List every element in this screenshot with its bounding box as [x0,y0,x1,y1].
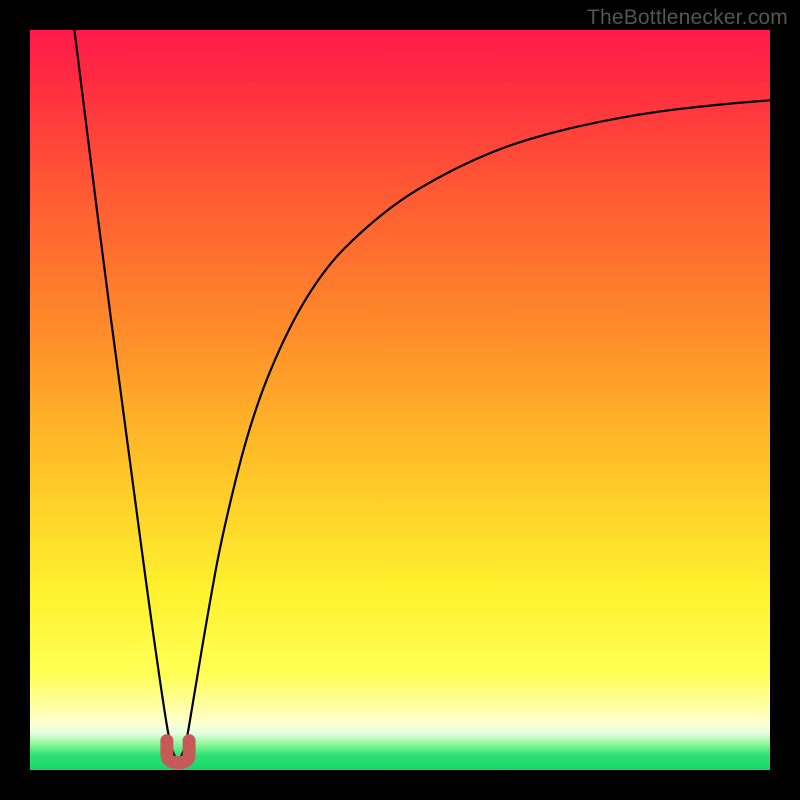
plot-frame [30,30,770,770]
optimal-marker [167,741,189,763]
plot-area [30,30,770,770]
chart-container: TheBottlenecker.com [0,0,800,800]
watermark-text: TheBottlenecker.com [587,6,788,30]
bottleneck-curve [74,30,770,759]
chart-svg [30,30,770,770]
